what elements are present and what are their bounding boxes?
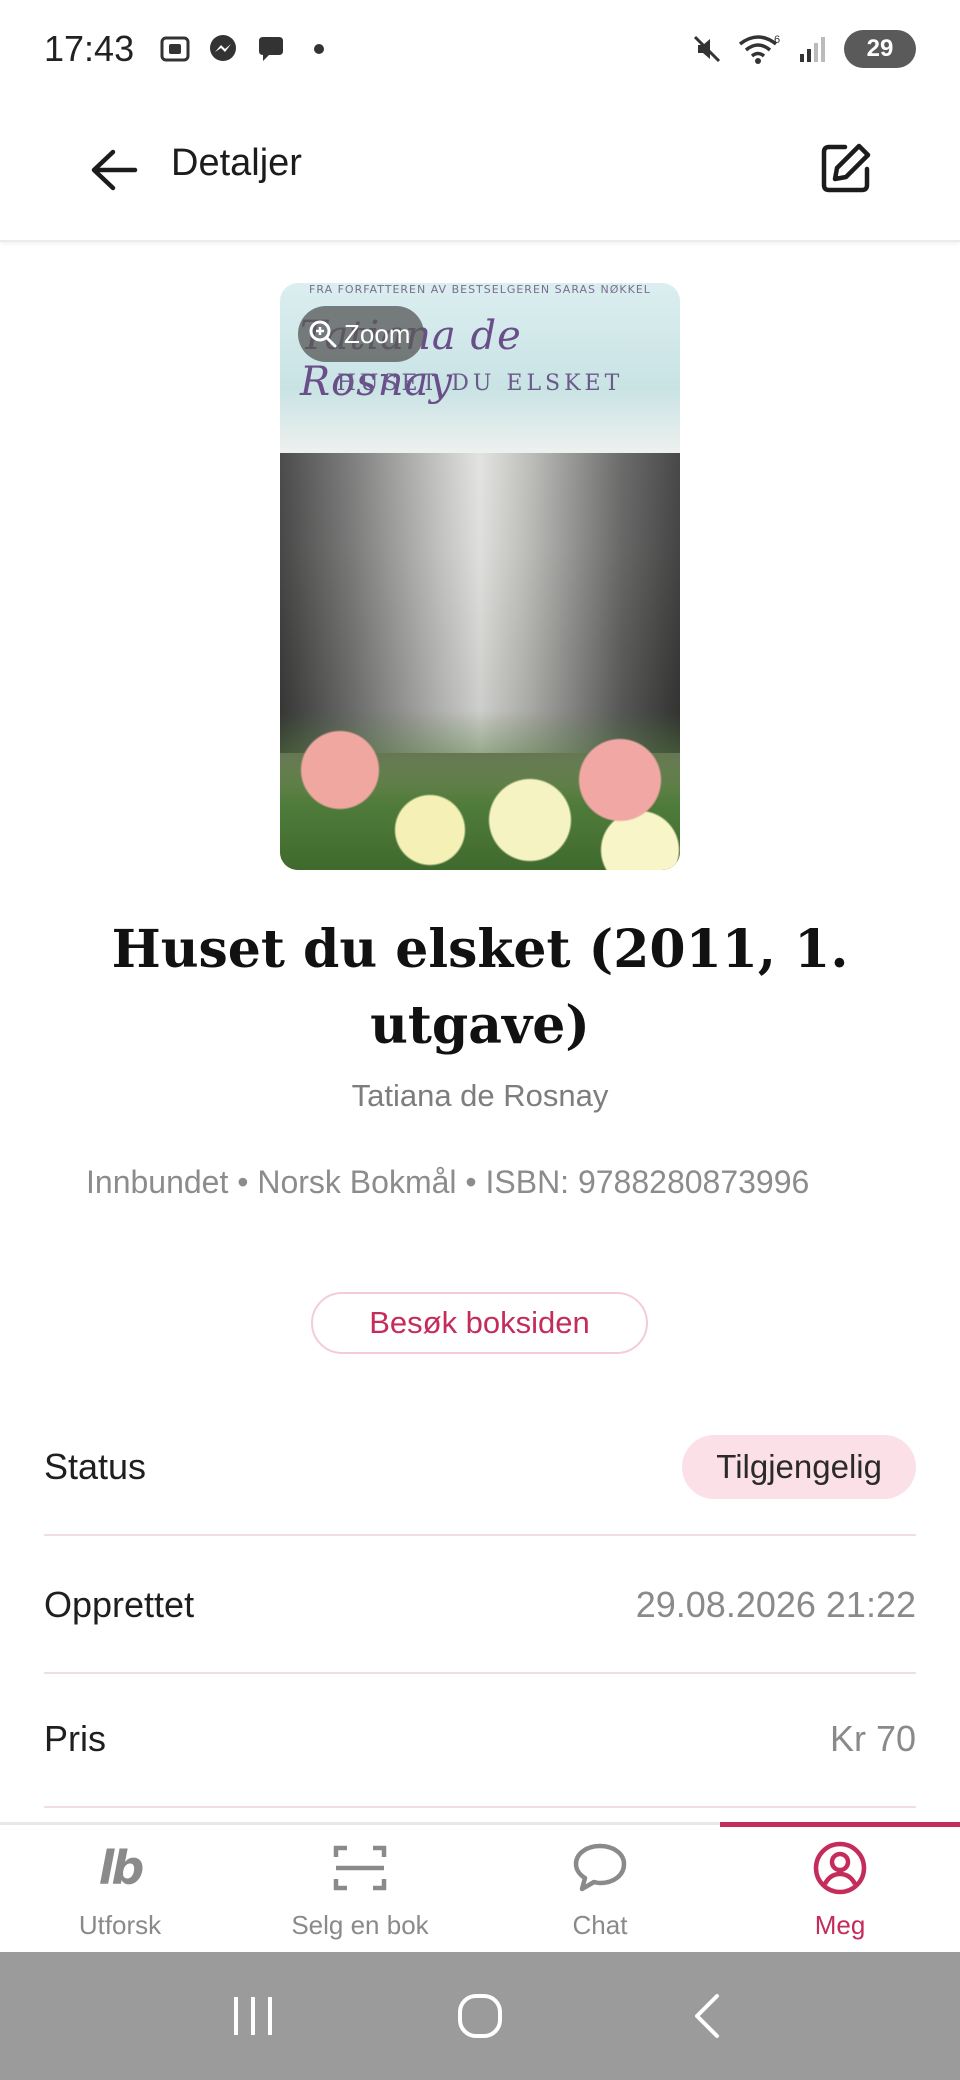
scan-icon <box>328 1840 392 1896</box>
system-navigation-bar <box>0 1952 960 2080</box>
nav-item-chat[interactable]: Chat <box>480 1825 720 1955</box>
chat-bubble-icon <box>254 32 288 66</box>
battery-indicator: 29 <box>844 30 916 68</box>
visit-book-page-button[interactable]: Besøk boksiden <box>311 1292 648 1354</box>
book-meta: Innbundet • Norsk Bokmål • ISBN: 9788280… <box>86 1164 810 1200</box>
detail-label: Pris <box>44 1718 106 1759</box>
arrow-left-icon <box>91 149 138 191</box>
detail-row-created: Opprettet 29.08.2026 21:22 <box>44 1538 916 1674</box>
nav-label: Utforsk <box>78 1909 162 1940</box>
nav-label: Chat <box>572 1909 628 1940</box>
profile-icon <box>808 1840 872 1896</box>
app-bar: Detaljer <box>0 98 960 242</box>
book-title: Huset du elsket (2011, 1. utgave) <box>111 919 849 1056</box>
detail-label: Opprettet <box>44 1584 195 1625</box>
book-author: Tatiana de Rosnay <box>351 1078 609 1113</box>
zoom-button[interactable]: Zoom <box>298 306 425 362</box>
lb-logo-icon: lb <box>88 1840 152 1896</box>
recent-apps-icon <box>234 1997 273 2035</box>
back-button[interactable] <box>84 140 144 200</box>
cover-artwork <box>280 453 680 753</box>
status-left: 17:43 <box>44 28 336 70</box>
signal-icon <box>796 32 830 66</box>
chevron-left-icon <box>694 1994 719 2038</box>
recent-apps-button[interactable] <box>213 1976 293 2056</box>
system-back-button[interactable] <box>667 1976 747 2056</box>
cover-title: HUSET DU ELSKET <box>336 371 624 396</box>
lb-logo-text: lb <box>98 1840 145 1895</box>
home-button[interactable] <box>440 1976 520 2056</box>
messenger-icon <box>206 32 240 66</box>
zoom-icon <box>309 320 337 348</box>
battery-level: 29 <box>866 35 894 62</box>
cover-top-line: FRA FORFATTEREN AV BESTSELGEREN SARAS NØ… <box>309 283 651 296</box>
status-badge: Tilgjengelig <box>682 1435 916 1499</box>
cover-flowers <box>280 710 680 870</box>
wifi-icon: 6 <box>738 32 782 66</box>
zoom-label: Zoom <box>344 318 411 349</box>
wifi-badge: 6 <box>774 34 780 46</box>
detail-row-status: Status Tilgjengelig <box>44 1400 916 1536</box>
nav-label: Meg <box>814 1909 866 1940</box>
detail-row-price: Pris Kr 70 <box>44 1672 916 1808</box>
status-time: 17:43 <box>44 28 135 69</box>
home-icon <box>457 1994 502 2038</box>
detail-value: 29.08.2026 21:22 <box>635 1584 916 1625</box>
book-cover-image[interactable]: FRA FORFATTEREN AV BESTSELGEREN SARAS NØ… <box>280 283 680 870</box>
nav-label: Selg en bok <box>291 1909 429 1940</box>
nav-item-utforsk[interactable]: lb Utforsk <box>0 1825 240 1955</box>
status-bar: 17:43 6 29 <box>0 0 960 98</box>
detail-label: Status <box>44 1446 147 1487</box>
page-title: Detaljer <box>171 142 302 184</box>
nav-item-meg[interactable]: Meg <box>720 1822 960 1955</box>
bottom-navigation: lb Utforsk Selg en bok Chat Meg <box>0 1822 960 1952</box>
nav-item-selg-en-bok[interactable]: Selg en bok <box>240 1825 480 1955</box>
mute-icon <box>690 32 724 66</box>
edit-button[interactable] <box>814 136 878 200</box>
edit-icon <box>821 143 871 193</box>
detail-value: Kr 70 <box>829 1718 916 1759</box>
chat-icon <box>568 1840 632 1896</box>
status-right: 6 29 <box>690 30 916 68</box>
dot-icon <box>302 32 336 66</box>
screenshot-icon <box>158 32 192 66</box>
